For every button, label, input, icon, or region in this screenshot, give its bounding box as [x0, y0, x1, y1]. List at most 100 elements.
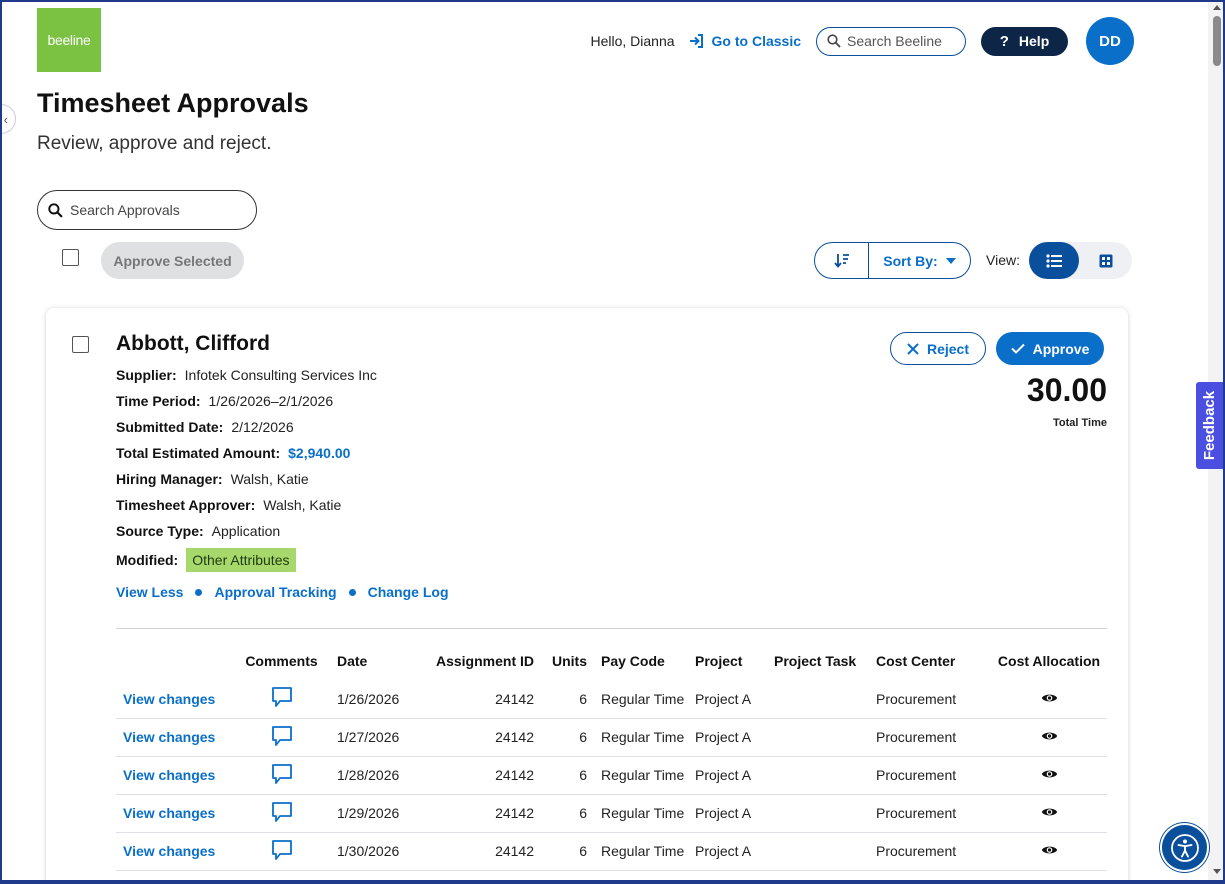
timesheet-select-checkbox[interactable] — [72, 336, 89, 353]
estimated-amount-link[interactable]: $2,940.00 — [288, 445, 350, 461]
entry-project-task — [774, 756, 876, 795]
eye-icon — [1041, 694, 1057, 702]
worker-name: Abbott, Clifford — [116, 332, 270, 355]
approve-selected-button[interactable]: Approve Selected — [101, 242, 244, 279]
search-approvals[interactable] — [37, 190, 257, 230]
reject-button[interactable]: Reject — [890, 332, 986, 365]
detail-label: Total Estimated Amount: — [116, 445, 281, 461]
cost-allocation-button[interactable] — [991, 756, 1107, 795]
eye-icon — [1041, 770, 1057, 778]
sort-by-label: Sort By: — [883, 252, 938, 269]
table-header-row: Comments Date Assignment ID Units Pay Co… — [116, 642, 1107, 680]
scrollbar-thumb[interactable] — [1213, 16, 1221, 66]
entry-project: Project A — [695, 756, 774, 795]
entry-date: 1/29/2026 — [329, 794, 419, 833]
table-row: View changes 1/27/2026 24142 6 Regular T… — [116, 718, 1107, 757]
beeline-logo[interactable]: beeline — [37, 8, 101, 72]
cost-allocation-button[interactable] — [991, 680, 1107, 719]
comment-icon — [271, 763, 292, 784]
sort-direction-button[interactable] — [815, 243, 869, 278]
card-links: View Less Approval Tracking Change Log — [116, 584, 449, 600]
detail-hiring-manager: Hiring Manager: Walsh, Katie — [116, 466, 377, 492]
column-header-units: Units — [552, 653, 587, 669]
sort-controls: Sort By: — [814, 242, 971, 279]
scroll-down-arrow-icon[interactable] — [1213, 869, 1221, 874]
entry-pay-code: Regular Time — [587, 718, 695, 757]
entry-cost-center: Procurement — [876, 756, 991, 795]
detail-supplier: Supplier: Infotek Consulting Services In… — [116, 362, 377, 388]
detail-value: Application — [211, 523, 281, 539]
search-approvals-input[interactable] — [70, 202, 240, 218]
detail-label: Timesheet Approver: — [116, 497, 256, 513]
logo-text: beeline — [47, 32, 91, 48]
question-icon: ? — [999, 32, 1009, 50]
close-icon — [907, 342, 919, 355]
global-search-input[interactable] — [847, 33, 957, 49]
entry-date: 1/30/2026 — [329, 832, 419, 871]
column-header-comments: Comments — [245, 653, 318, 669]
feedback-label: Feedback — [1201, 390, 1219, 461]
entry-date: 1/28/2026 — [329, 756, 419, 795]
select-all-checkbox[interactable] — [62, 249, 79, 266]
entry-project-task — [774, 794, 876, 833]
view-changes-link[interactable]: View changes — [116, 832, 234, 871]
entry-project: Project A — [695, 832, 774, 871]
entry-project: Project A — [695, 718, 774, 757]
cost-allocation-button[interactable] — [991, 718, 1107, 757]
entry-pay-code: Regular Time — [587, 832, 695, 871]
change-log-link[interactable]: Change Log — [368, 584, 449, 600]
column-header-pay-code: Pay Code — [601, 653, 665, 669]
accessibility-button[interactable] — [1162, 825, 1207, 870]
page-title: Timesheet Approvals — [37, 88, 309, 118]
sort-by-dropdown[interactable]: Sort By: — [869, 253, 970, 269]
comment-icon — [271, 801, 292, 822]
feedback-tab[interactable]: Feedback — [1196, 382, 1223, 469]
approval-tracking-link[interactable]: Approval Tracking — [214, 584, 336, 600]
grid-view-button[interactable] — [1079, 242, 1132, 279]
detail-label: Source Type: — [116, 523, 204, 539]
top-bar: Hello, Dianna Go to Classic ? Help DD — [590, 17, 1134, 65]
table-row: View changes 1/30/2026 24142 6 Regular T… — [116, 832, 1107, 871]
detail-source-type: Source Type: Application — [116, 518, 377, 544]
comment-button[interactable] — [234, 680, 329, 719]
entry-assignment-id: 24142 — [419, 832, 534, 871]
modified-badge: Other Attributes — [186, 548, 296, 572]
cost-allocation-button[interactable] — [991, 794, 1107, 833]
entry-units: 6 — [534, 718, 587, 757]
scroll-up-arrow-icon[interactable] — [1213, 5, 1221, 10]
entry-assignment-id: 24142 — [419, 794, 534, 833]
column-header-project: Project — [695, 653, 743, 669]
chevron-left-icon: ‹ — [3, 111, 8, 127]
entry-pay-code: Regular Time — [587, 794, 695, 833]
help-button[interactable]: ? Help — [981, 26, 1068, 56]
caret-down-icon — [945, 257, 956, 264]
comment-button[interactable] — [234, 756, 329, 795]
go-to-classic-link[interactable]: Go to Classic — [689, 33, 801, 49]
comment-button[interactable] — [234, 794, 329, 833]
detail-label: Time Period: — [116, 393, 201, 409]
view-changes-link[interactable]: View changes — [116, 756, 234, 795]
sidebar-collapse-toggle[interactable]: ‹ — [0, 104, 16, 134]
search-icon — [48, 202, 63, 218]
list-view-button[interactable] — [1029, 242, 1079, 279]
greeting: Hello, Dianna — [590, 33, 675, 49]
global-search[interactable] — [816, 26, 966, 56]
go-to-classic-label: Go to Classic — [711, 33, 801, 49]
help-label: Help — [1018, 33, 1050, 49]
view-changes-link[interactable]: View changes — [116, 680, 234, 719]
view-less-link[interactable]: View Less — [116, 584, 183, 600]
user-avatar[interactable]: DD — [1086, 17, 1134, 65]
column-header-view — [116, 642, 234, 680]
list-view-icon — [1046, 253, 1062, 268]
comment-button[interactable] — [234, 832, 329, 871]
timesheet-details: Supplier: Infotek Consulting Services In… — [116, 362, 377, 576]
view-changes-link[interactable]: View changes — [116, 794, 234, 833]
approve-button[interactable]: Approve — [996, 332, 1104, 365]
entry-assignment-id: 24142 — [419, 756, 534, 795]
cost-allocation-button[interactable] — [991, 832, 1107, 871]
entry-date: 1/26/2026 — [329, 680, 419, 719]
view-changes-link[interactable]: View changes — [116, 718, 234, 757]
timesheet-card: Abbott, Clifford Supplier: Infotek Consu… — [46, 308, 1128, 884]
sign-in-icon — [689, 34, 703, 48]
comment-button[interactable] — [234, 718, 329, 757]
